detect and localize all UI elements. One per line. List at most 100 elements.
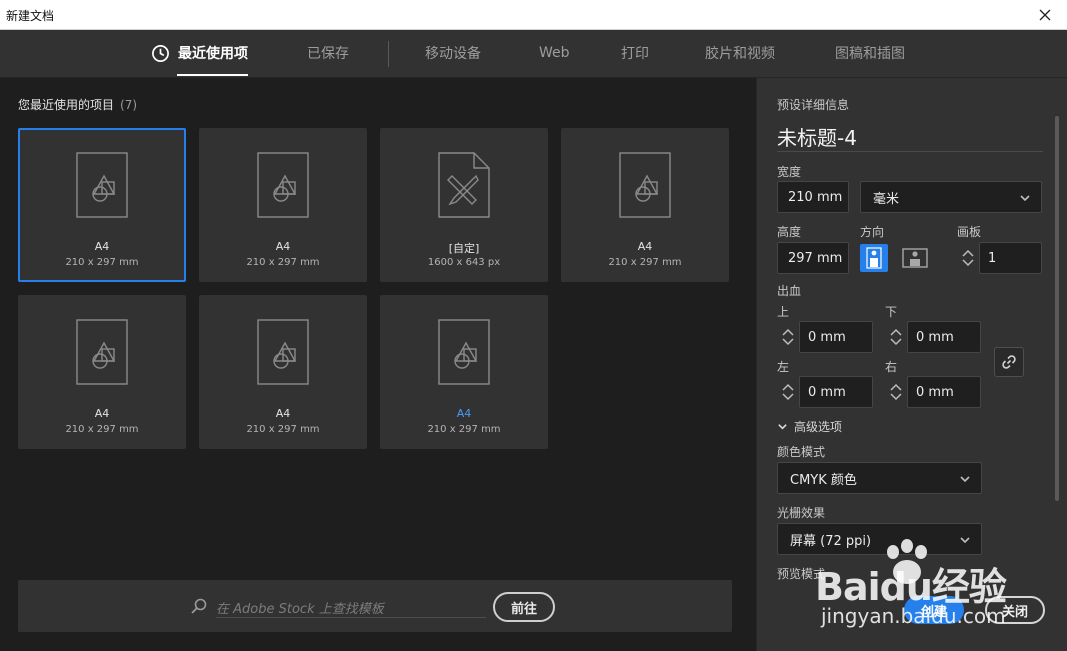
recent-items-area: 您最近使用的项目 (7) A4 210 x 297 mm A4 210 x 297… [0,78,755,651]
chevron-down-icon [890,393,902,401]
preset-card[interactable]: A4 210 x 297 mm [199,128,367,282]
chevron-down-icon [962,259,974,267]
chevron-down-icon [782,393,794,401]
bleed-label: 出血 [777,284,802,298]
raster-effects-dropdown[interactable]: 屏幕 (72 ppi) [777,523,982,555]
preset-card[interactable]: A4 210 x 297 mm [18,295,186,449]
preset-card[interactable]: A4 210 x 297 mm [561,128,729,282]
bleed-left-label: 左 [777,360,790,374]
portrait-person-icon [866,247,882,269]
chevron-up-icon [782,383,794,391]
preset-card[interactable]: [自定] 1600 x 643 px [380,128,548,282]
bleed-top-input[interactable]: 0 mm [799,321,873,353]
details-scrollbar[interactable] [1055,116,1059,501]
preset-size: 210 x 297 mm [65,257,139,268]
preset-size: 210 x 297 mm [65,424,139,435]
tab-label: 胶片和视频 [705,46,775,62]
units-value: 毫米 [873,191,900,207]
color-mode-value: CMYK 颜色 [790,472,857,488]
preset-size: 210 x 297 mm [246,424,320,435]
document-shapes-icon [76,152,128,218]
preset-card[interactable]: A4 210 x 297 mm [380,295,548,449]
preset-name: A4 [637,240,653,253]
close-icon [1039,9,1051,21]
chevron-down-icon [960,537,970,544]
bleed-right-label: 右 [885,360,898,374]
chevron-down-icon [1020,195,1030,202]
tab-label: 移动设备 [425,46,481,62]
preset-name: A4 [94,407,110,420]
tab-mobile[interactable]: 移动设备 [425,30,481,76]
artboards-input[interactable]: 1 [979,242,1042,274]
tab-label: 打印 [621,46,649,62]
window-title: 新建文档 [6,9,55,23]
tab-print[interactable]: 打印 [621,30,649,76]
color-mode-label: 颜色模式 [777,445,826,459]
tab-recent[interactable]: 最近使用项 [151,30,248,76]
artboards-label: 画板 [957,225,982,239]
bleed-top-stepper[interactable] [777,321,799,353]
document-shapes-icon [619,152,671,218]
chevron-down-icon [890,338,902,346]
tab-saved[interactable]: 已保存 [307,30,349,76]
tab-film-video[interactable]: 胶片和视频 [705,30,775,76]
preset-name: A4 [275,240,291,253]
chevron-down-icon [778,424,787,430]
preset-details-panel: 预设详细信息 未标题-4 宽度 210 mm 毫米 高度 297 mm 方向 画… [756,78,1067,651]
details-heading: 预设详细信息 [777,98,850,112]
width-input[interactable]: 210 mm [777,181,849,213]
document-shapes-icon [257,152,309,218]
search-icon [191,598,207,614]
preset-name: A4 [94,240,110,253]
bleed-bottom-label: 下 [885,305,898,319]
document-shapes-icon [257,319,309,385]
portrait-orientation-button[interactable] [860,244,888,272]
preset-card[interactable]: A4 210 x 297 mm [199,295,367,449]
chevron-down-icon [782,338,794,346]
preset-name: A4 [275,407,291,420]
preset-size: 210 x 297 mm [608,257,682,268]
tab-divider [388,41,389,67]
recent-title: 您最近使用的项目 [18,98,115,112]
window-close-button[interactable] [1023,0,1067,30]
height-input[interactable]: 297 mm [777,242,849,274]
preset-card[interactable]: A4 210 x 297 mm [18,128,186,282]
clock-icon [152,44,169,62]
color-mode-dropdown[interactable]: CMYK 颜色 [777,462,982,494]
preview-mode-label: 预览模式 [777,567,826,581]
chevron-up-icon [890,328,902,336]
create-button[interactable]: 创建 [904,596,964,624]
bleed-right-stepper[interactable] [885,376,907,408]
advanced-options-label: 高级选项 [794,420,843,434]
stock-search-input[interactable]: 在 Adobe Stock 上查找模板 [216,594,486,618]
chevron-up-icon [962,249,974,257]
document-shapes-icon [438,319,490,385]
link-icon [1002,355,1016,369]
recent-count: (7) [120,98,138,112]
bleed-left-stepper[interactable] [777,376,799,408]
units-dropdown[interactable]: 毫米 [860,181,1042,213]
stock-search-bar: 在 Adobe Stock 上查找模板 前往 [18,580,732,632]
tab-art-illustration[interactable]: 图稿和插图 [835,30,905,76]
bleed-right-input[interactable]: 0 mm [907,376,981,408]
tab-label: 已保存 [307,46,349,62]
raster-effects-value: 屏幕 (72 ppi) [790,533,872,549]
document-name-input[interactable]: 未标题-4 [777,122,1043,152]
preset-size: 210 x 297 mm [427,424,501,435]
advanced-options-toggle[interactable]: 高级选项 [777,418,842,435]
bleed-bottom-input[interactable]: 0 mm [907,321,981,353]
bleed-left-input[interactable]: 0 mm [799,376,873,408]
chevron-up-icon [782,328,794,336]
orientation-label: 方向 [860,225,885,239]
preset-size: 1600 x 643 px [427,257,501,268]
link-bleed-button[interactable] [994,347,1024,377]
document-ruler-pencil-icon [438,152,490,218]
artboards-stepper[interactable] [957,242,979,274]
bleed-bottom-stepper[interactable] [885,321,907,353]
close-button[interactable]: 关闭 [985,596,1045,624]
go-button[interactable]: 前往 [493,592,555,622]
preset-size: 210 x 297 mm [246,257,320,268]
landscape-orientation-button[interactable] [901,244,929,272]
tab-web[interactable]: Web [539,30,570,76]
document-shapes-icon [76,319,128,385]
